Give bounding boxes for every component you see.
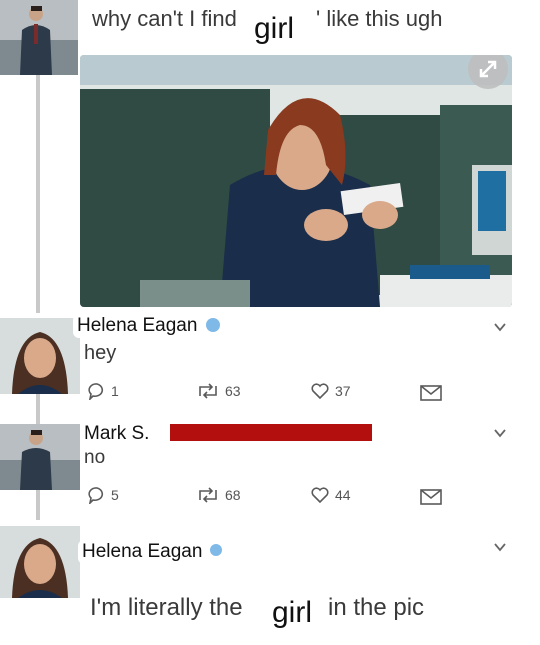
tweet-photo[interactable]	[80, 55, 512, 307]
expand-arrows-icon	[479, 60, 497, 78]
person-suit-icon	[0, 0, 78, 75]
reply-count: 1	[111, 383, 119, 399]
avatar[interactable]	[0, 526, 80, 598]
like-button[interactable]: 37	[310, 382, 351, 400]
message-icon[interactable]	[420, 384, 442, 402]
avatar[interactable]	[0, 424, 80, 490]
verified-badge-icon	[206, 318, 220, 332]
avatar[interactable]	[0, 0, 78, 75]
retweet-button[interactable]: 68	[196, 486, 241, 504]
thread-line	[36, 394, 40, 424]
reply-text: I'm literally the	[90, 594, 243, 621]
author-name[interactable]: Mark S.	[80, 422, 154, 446]
chevron-down-icon[interactable]	[493, 320, 507, 334]
like-count: 44	[335, 487, 351, 503]
chevron-down-icon[interactable]	[493, 540, 507, 554]
heart-icon	[311, 487, 329, 504]
verified-badge-icon	[210, 544, 222, 556]
like-count: 37	[335, 383, 351, 399]
reply-button[interactable]: 5	[88, 486, 119, 504]
heart-icon	[311, 383, 329, 400]
author-name[interactable]: Helena Eagan	[73, 314, 202, 338]
avatar[interactable]	[0, 318, 80, 394]
overlay-word: girl	[266, 596, 319, 630]
thread-line	[36, 75, 40, 313]
retweet-count: 68	[225, 487, 241, 503]
message-icon[interactable]	[420, 488, 442, 506]
person-suit-icon	[0, 424, 80, 490]
reply-text-continued: in the pic	[328, 594, 425, 621]
photo-scene	[80, 55, 512, 307]
reply-count: 5	[111, 487, 119, 503]
author-name[interactable]: Helena Eagan	[78, 540, 207, 564]
reply-button[interactable]: 1	[88, 382, 119, 400]
like-button[interactable]: 44	[310, 486, 351, 504]
comment-icon	[88, 487, 104, 504]
retweet-icon	[199, 487, 217, 503]
reply-text: hey	[84, 342, 117, 364]
overlay-word: girl	[248, 12, 301, 46]
thread-line	[36, 490, 40, 520]
person-portrait-icon	[0, 526, 80, 598]
tweet-text-continued: ' like this ugh	[316, 6, 443, 31]
person-portrait-icon	[0, 318, 80, 394]
retweet-count: 63	[225, 383, 241, 399]
tweet-text: why can't I find	[92, 6, 237, 31]
retweet-icon	[199, 383, 217, 399]
chevron-down-icon[interactable]	[493, 426, 507, 440]
comment-icon	[88, 383, 104, 400]
retweet-button[interactable]: 63	[196, 382, 241, 400]
reply-text: no	[84, 447, 106, 468]
redaction-bar	[170, 424, 372, 441]
